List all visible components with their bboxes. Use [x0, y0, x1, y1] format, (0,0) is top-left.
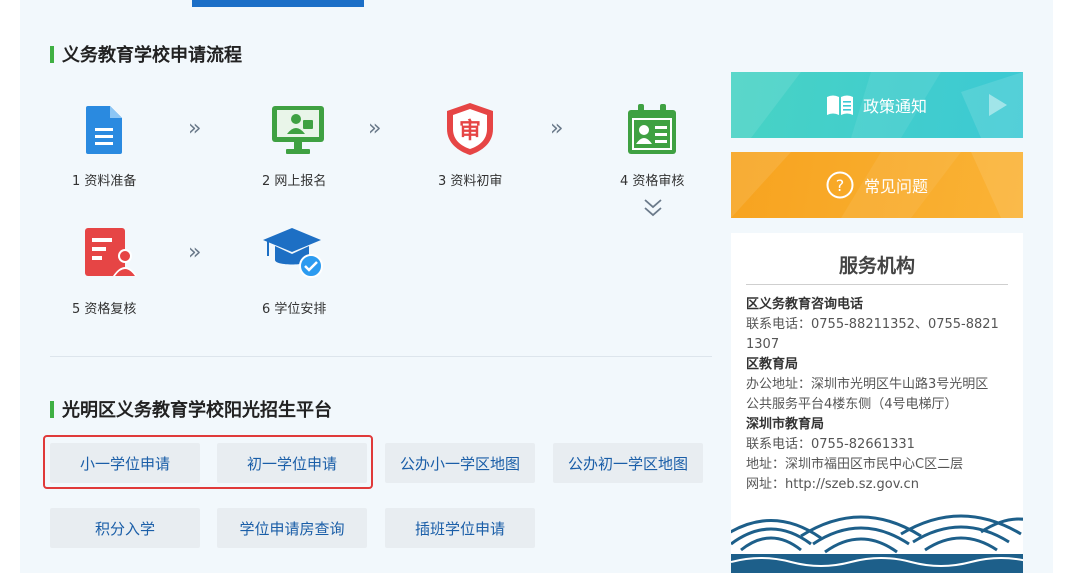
banner-label: 常见问题 — [863, 177, 928, 196]
chevron-right-icon: » — [188, 240, 202, 265]
review-shield-icon: 审 — [447, 103, 493, 155]
service-address: 办公地址：深圳市光明区牛山路3号光明区 — [746, 377, 989, 392]
chevron-right-icon: » — [550, 116, 564, 141]
primary-district-map-button[interactable]: 公办小一学区地图 — [385, 443, 535, 483]
policy-notice-banner[interactable]: 政策通知 — [731, 72, 1023, 138]
id-card-icon — [628, 104, 676, 154]
step-label: 4 资格审核 — [620, 174, 685, 189]
service-title: 服务机构 — [838, 255, 915, 277]
document-icon — [86, 106, 122, 154]
chevron-right-icon: » — [188, 116, 202, 141]
recheck-icon — [85, 228, 137, 276]
junior-district-map-button[interactable]: 公办初一学区地图 — [553, 443, 703, 483]
step-label: 6 学位安排 — [262, 302, 327, 317]
service-address-cont: 公共服务平台4楼东侧（4号电梯厅） — [746, 397, 958, 412]
housing-query-button[interactable]: 学位申请房查询 — [217, 508, 367, 548]
highlight-frame — [43, 435, 373, 489]
chevron-right-icon: » — [368, 116, 382, 141]
title-accent-bar — [50, 400, 54, 418]
svg-text:审: 审 — [459, 118, 481, 144]
service-phone-cont: 1307 — [746, 337, 780, 352]
service-panel: 服务机构 区义务教育咨询电话 联系电话：0755-88211352、0755-8… — [731, 233, 1023, 573]
section-title-process: 义务教育学校申请流程 — [50, 41, 242, 67]
book-icon — [826, 95, 853, 115]
active-tab-indicator — [192, 0, 364, 7]
faq-banner[interactable]: ? 常见问题 — [731, 152, 1023, 218]
graduation-cap-icon — [263, 228, 323, 278]
banner-label: 政策通知 — [862, 97, 927, 116]
chevron-down-icon — [644, 199, 662, 217]
step-label: 1 资料准备 — [72, 174, 137, 189]
service-title-divider — [746, 284, 1008, 285]
question-icon: ? — [826, 171, 854, 199]
step-label: 2 网上报名 — [262, 174, 327, 189]
service-contact-info: 区义务教育咨询电话 联系电话：0755-88211352、0755-8821 1… — [746, 295, 1016, 495]
service-heading-city-bureau: 深圳市教育局 — [746, 417, 825, 432]
step-label: 3 资料初审 — [438, 174, 503, 189]
service-heading-district-hotline: 区义务教育咨询电话 — [746, 297, 864, 312]
section-title-text: 义务教育学校申请流程 — [62, 45, 242, 66]
section-divider — [50, 356, 712, 357]
transfer-application-button[interactable]: 插班学位申请 — [385, 508, 535, 548]
service-website: 网址：http://szeb.sz.gov.cn — [746, 477, 919, 492]
service-phone: 联系电话：0755-88211352、0755-8821 — [746, 317, 999, 332]
service-city-address: 地址：深圳市福田区市民中心C区二层 — [746, 457, 964, 472]
svg-text:?: ? — [836, 176, 845, 195]
service-city-phone: 联系电话：0755-82661331 — [746, 437, 915, 452]
points-admission-button[interactable]: 积分入学 — [50, 508, 200, 548]
online-register-icon — [272, 106, 324, 154]
section-title-text: 光明区义务教育学校阳光招生平台 — [62, 400, 332, 421]
wave-decoration — [731, 498, 1023, 573]
section-title-platform: 光明区义务教育学校阳光招生平台 — [50, 396, 332, 422]
step-label: 5 资格复核 — [72, 302, 137, 317]
service-heading-district-bureau: 区教育局 — [746, 357, 799, 372]
title-accent-bar — [50, 45, 54, 63]
